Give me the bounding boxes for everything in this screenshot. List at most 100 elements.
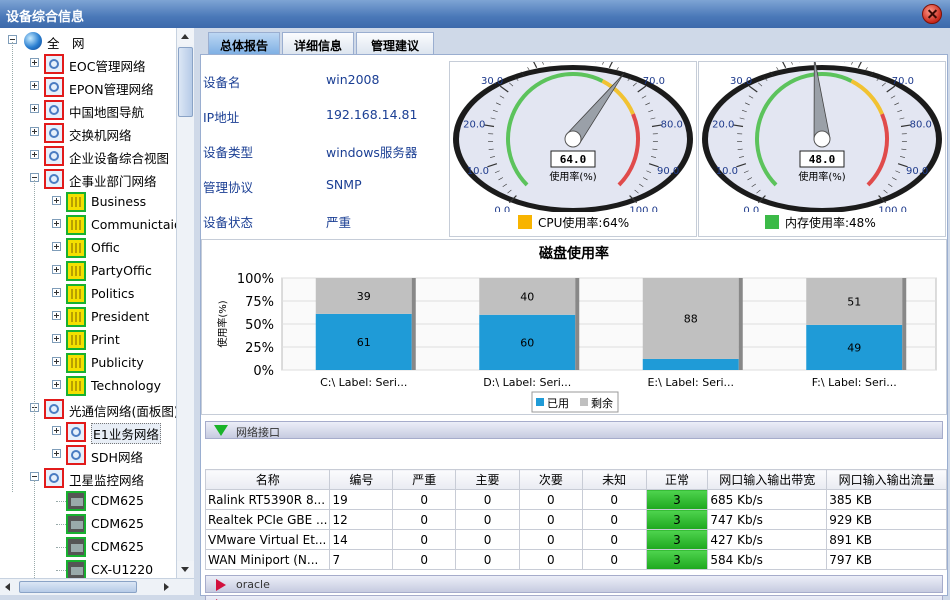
tree-item[interactable]: Politics xyxy=(0,283,175,305)
column-header[interactable]: 次要 xyxy=(518,469,583,490)
table-row[interactable]: Ralink RT5390R 8... 19 0 0 0 0 3 685 Kb/s 385 KB xyxy=(204,489,947,510)
globe-icon xyxy=(24,32,42,50)
table-row[interactable]: Realtek PCIe GBE ... 12 0 0 0 0 3 747 Kb/s 929 K… xyxy=(204,509,947,530)
expand-plus-icon[interactable] xyxy=(52,219,61,228)
tree-vertical-scrollbar[interactable] xyxy=(176,28,194,578)
scroll-thumb[interactable] xyxy=(178,47,193,117)
info-value: 192.168.14.81 xyxy=(326,107,418,122)
tree-item[interactable]: Offic xyxy=(0,237,175,259)
tree-item[interactable]: Communictaion xyxy=(0,214,190,236)
tree-item-label: EOC管理网络 xyxy=(69,59,146,74)
tree-item[interactable]: Business xyxy=(0,191,175,213)
expand-plus-icon[interactable] xyxy=(52,288,61,297)
table-cell: 12 xyxy=(329,509,394,530)
table-cell: 14 xyxy=(329,529,394,550)
building-icon xyxy=(66,192,86,212)
tree-connector xyxy=(56,501,66,502)
table-row[interactable]: VMware Virtual Et... 14 0 0 0 0 3 427 Kb/s 891 K… xyxy=(204,529,947,550)
table-cell: 0 xyxy=(455,549,520,570)
tree-item[interactable]: E1业务网络 xyxy=(0,421,175,444)
expand-plus-icon[interactable] xyxy=(30,58,39,67)
network-icon xyxy=(66,445,86,465)
device-tree[interactable]: 全 网 EOC管理网络 EPON管理网络 中国地图导航 交换机网络 企业设备综合视图 企事业… xyxy=(0,28,194,594)
chart-ylabel: 使用率(%) xyxy=(216,300,229,347)
tree-connector xyxy=(56,524,66,525)
section-network-interfaces[interactable]: 网络接口 xyxy=(205,421,943,439)
tree-item[interactable]: Publicity xyxy=(0,352,175,374)
device-icon xyxy=(66,491,86,511)
tab-management-advice[interactable]: 管理建议 xyxy=(356,32,434,54)
info-key: IP地址 xyxy=(203,110,240,125)
tab-overview-report[interactable]: 总体报告 xyxy=(208,32,280,54)
expand-plus-icon[interactable] xyxy=(52,380,61,389)
scroll-left-arrow-icon[interactable] xyxy=(0,579,17,595)
bar-value-label: 88 xyxy=(684,312,698,325)
column-header[interactable]: 未知 xyxy=(581,469,647,490)
section-tomcat[interactable]: tomcat xyxy=(205,595,943,600)
tree-item-label: Print xyxy=(91,332,120,347)
expand-plus-icon[interactable] xyxy=(52,242,61,251)
tree-item[interactable]: 卫星监控网络 xyxy=(0,467,175,489)
expand-plus-icon[interactable] xyxy=(52,334,61,343)
tree-item[interactable]: SDH网络 xyxy=(0,444,175,466)
tree-item[interactable]: 中国地图导航 xyxy=(0,99,175,121)
tree-item[interactable]: EPON管理网络 xyxy=(0,76,175,98)
expand-plus-icon[interactable] xyxy=(30,150,39,159)
x-tick-label: F:\ Label: Seri... xyxy=(812,376,897,389)
gauge-hub xyxy=(813,130,831,148)
column-header[interactable]: 名称 xyxy=(204,469,331,490)
building-icon xyxy=(66,215,86,235)
tree-item[interactable]: 交换机网络 xyxy=(0,122,175,144)
bar-value-label: 51 xyxy=(847,295,861,308)
scroll-down-arrow-icon[interactable] xyxy=(177,561,194,578)
tree-item[interactable]: Technology xyxy=(0,375,175,397)
tree-item[interactable]: Print xyxy=(0,329,175,351)
table-cell: 7 xyxy=(329,549,394,570)
close-button[interactable] xyxy=(922,4,942,24)
tree-item[interactable]: CDM625 xyxy=(0,490,175,512)
tree-item[interactable]: CDM625 xyxy=(0,513,175,535)
gauge-value-text: 64.0 xyxy=(560,153,587,166)
expand-plus-icon[interactable] xyxy=(52,449,61,458)
table-cell: 0 xyxy=(518,509,583,530)
bar-value-label: 61 xyxy=(357,336,371,349)
column-header[interactable]: 主要 xyxy=(455,469,520,490)
tree-horizontal-scrollbar[interactable] xyxy=(0,578,194,595)
gauge-tick xyxy=(608,58,615,68)
column-header[interactable]: 严重 xyxy=(392,469,457,490)
tab-detail-info[interactable]: 详细信息 xyxy=(282,32,354,54)
tree-connector xyxy=(34,410,35,450)
gauge-tick xyxy=(602,59,605,65)
tree-item[interactable]: PartyOffic xyxy=(0,260,175,282)
network-icon xyxy=(44,146,64,166)
expand-plus-icon[interactable] xyxy=(52,426,61,435)
expand-plus-icon[interactable] xyxy=(52,357,61,366)
expand-plus-icon[interactable] xyxy=(52,196,61,205)
expand-plus-icon[interactable] xyxy=(30,104,39,113)
column-header[interactable]: 编号 xyxy=(329,469,394,490)
column-header[interactable]: 正常 xyxy=(645,469,709,490)
table-cell: 685 Kb/s xyxy=(707,489,828,510)
section-oracle[interactable]: oracle xyxy=(205,575,943,593)
gauge-tick xyxy=(780,58,787,68)
expand-plus-icon[interactable] xyxy=(52,311,61,320)
scroll-up-arrow-icon[interactable] xyxy=(177,28,194,45)
expand-plus-icon[interactable] xyxy=(30,127,39,136)
expand-plus-icon[interactable] xyxy=(30,81,39,90)
column-header[interactable]: 网口输入输出带宽 xyxy=(707,469,828,490)
tree-item-label: 全 网 xyxy=(47,36,85,51)
expand-plus-icon[interactable] xyxy=(52,265,61,274)
tree-item[interactable]: EOC管理网络 xyxy=(0,53,175,75)
tree-item[interactable]: 企事业部门网络 xyxy=(0,168,175,190)
tree-item[interactable]: 全 网 xyxy=(0,30,175,52)
tree-item[interactable]: CDM625 xyxy=(0,536,175,558)
tree-item[interactable]: 企业设备综合视图 xyxy=(0,145,175,167)
table-row[interactable]: WAN Miniport (N... 7 0 0 0 0 3 584 Kb/s 797 KB xyxy=(204,549,947,570)
scroll-thumb-horizontal[interactable] xyxy=(19,581,137,593)
tree-item[interactable]: President xyxy=(0,306,175,328)
tree-item-label: President xyxy=(91,309,150,324)
gauge-tick-label: 30.0 xyxy=(730,76,752,87)
column-header[interactable]: 网口输入输出流量 xyxy=(826,469,947,490)
tree-item[interactable]: 光通信网络(面板图) xyxy=(0,398,179,420)
scroll-right-arrow-icon[interactable] xyxy=(158,579,175,595)
